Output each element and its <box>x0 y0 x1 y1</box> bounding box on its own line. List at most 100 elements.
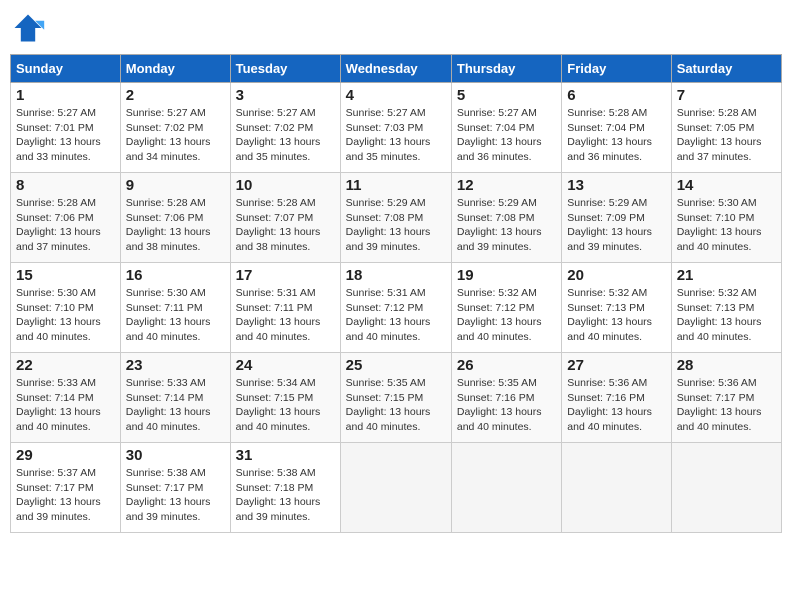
day-number: 19 <box>457 267 556 284</box>
day-cell-17: 17 Sunrise: 5:31 AM Sunset: 7:11 PM Dayl… <box>230 263 340 353</box>
day-number: 13 <box>567 177 665 194</box>
day-info: Sunrise: 5:29 AM Sunset: 7:08 PM Dayligh… <box>346 196 446 255</box>
day-info: Sunrise: 5:27 AM Sunset: 7:02 PM Dayligh… <box>126 106 225 165</box>
col-header-thursday: Thursday <box>451 55 561 83</box>
day-info: Sunrise: 5:28 AM Sunset: 7:06 PM Dayligh… <box>126 196 225 255</box>
day-cell-23: 23 Sunrise: 5:33 AM Sunset: 7:14 PM Dayl… <box>120 353 230 443</box>
day-info: Sunrise: 5:27 AM Sunset: 7:01 PM Dayligh… <box>16 106 115 165</box>
day-cell-13: 13 Sunrise: 5:29 AM Sunset: 7:09 PM Dayl… <box>562 173 671 263</box>
empty-cell <box>340 443 451 533</box>
day-cell-10: 10 Sunrise: 5:28 AM Sunset: 7:07 PM Dayl… <box>230 173 340 263</box>
day-cell-29: 29 Sunrise: 5:37 AM Sunset: 7:17 PM Dayl… <box>11 443 121 533</box>
day-info: Sunrise: 5:31 AM Sunset: 7:11 PM Dayligh… <box>236 286 335 345</box>
day-info: Sunrise: 5:35 AM Sunset: 7:16 PM Dayligh… <box>457 376 556 435</box>
day-cell-12: 12 Sunrise: 5:29 AM Sunset: 7:08 PM Dayl… <box>451 173 561 263</box>
day-info: Sunrise: 5:28 AM Sunset: 7:04 PM Dayligh… <box>567 106 665 165</box>
day-number: 29 <box>16 447 115 464</box>
day-cell-22: 22 Sunrise: 5:33 AM Sunset: 7:14 PM Dayl… <box>11 353 121 443</box>
col-header-tuesday: Tuesday <box>230 55 340 83</box>
day-info: Sunrise: 5:30 AM Sunset: 7:11 PM Dayligh… <box>126 286 225 345</box>
day-number: 28 <box>677 357 776 374</box>
calendar-table: SundayMondayTuesdayWednesdayThursdayFrid… <box>10 54 782 533</box>
col-header-saturday: Saturday <box>671 55 781 83</box>
page-header <box>10 10 782 46</box>
day-number: 15 <box>16 267 115 284</box>
day-info: Sunrise: 5:38 AM Sunset: 7:18 PM Dayligh… <box>236 466 335 525</box>
day-info: Sunrise: 5:34 AM Sunset: 7:15 PM Dayligh… <box>236 376 335 435</box>
logo <box>10 10 50 46</box>
day-info: Sunrise: 5:27 AM Sunset: 7:04 PM Dayligh… <box>457 106 556 165</box>
day-number: 16 <box>126 267 225 284</box>
day-number: 26 <box>457 357 556 374</box>
day-number: 2 <box>126 87 225 104</box>
day-info: Sunrise: 5:27 AM Sunset: 7:03 PM Dayligh… <box>346 106 446 165</box>
col-header-wednesday: Wednesday <box>340 55 451 83</box>
week-row-1: 1 Sunrise: 5:27 AM Sunset: 7:01 PM Dayli… <box>11 83 782 173</box>
day-number: 8 <box>16 177 115 194</box>
day-cell-30: 30 Sunrise: 5:38 AM Sunset: 7:17 PM Dayl… <box>120 443 230 533</box>
day-info: Sunrise: 5:30 AM Sunset: 7:10 PM Dayligh… <box>677 196 776 255</box>
day-number: 14 <box>677 177 776 194</box>
day-number: 12 <box>457 177 556 194</box>
day-info: Sunrise: 5:28 AM Sunset: 7:06 PM Dayligh… <box>16 196 115 255</box>
day-cell-6: 6 Sunrise: 5:28 AM Sunset: 7:04 PM Dayli… <box>562 83 671 173</box>
day-cell-5: 5 Sunrise: 5:27 AM Sunset: 7:04 PM Dayli… <box>451 83 561 173</box>
day-info: Sunrise: 5:30 AM Sunset: 7:10 PM Dayligh… <box>16 286 115 345</box>
day-number: 4 <box>346 87 446 104</box>
day-number: 6 <box>567 87 665 104</box>
header-row: SundayMondayTuesdayWednesdayThursdayFrid… <box>11 55 782 83</box>
day-number: 21 <box>677 267 776 284</box>
day-cell-7: 7 Sunrise: 5:28 AM Sunset: 7:05 PM Dayli… <box>671 83 781 173</box>
day-cell-26: 26 Sunrise: 5:35 AM Sunset: 7:16 PM Dayl… <box>451 353 561 443</box>
day-info: Sunrise: 5:36 AM Sunset: 7:17 PM Dayligh… <box>677 376 776 435</box>
day-cell-3: 3 Sunrise: 5:27 AM Sunset: 7:02 PM Dayli… <box>230 83 340 173</box>
col-header-sunday: Sunday <box>11 55 121 83</box>
day-cell-21: 21 Sunrise: 5:32 AM Sunset: 7:13 PM Dayl… <box>671 263 781 353</box>
day-info: Sunrise: 5:35 AM Sunset: 7:15 PM Dayligh… <box>346 376 446 435</box>
day-cell-28: 28 Sunrise: 5:36 AM Sunset: 7:17 PM Dayl… <box>671 353 781 443</box>
col-header-monday: Monday <box>120 55 230 83</box>
day-number: 18 <box>346 267 446 284</box>
day-number: 5 <box>457 87 556 104</box>
day-number: 22 <box>16 357 115 374</box>
day-cell-19: 19 Sunrise: 5:32 AM Sunset: 7:12 PM Dayl… <box>451 263 561 353</box>
day-info: Sunrise: 5:28 AM Sunset: 7:07 PM Dayligh… <box>236 196 335 255</box>
day-number: 10 <box>236 177 335 194</box>
week-row-2: 8 Sunrise: 5:28 AM Sunset: 7:06 PM Dayli… <box>11 173 782 263</box>
day-number: 3 <box>236 87 335 104</box>
week-row-5: 29 Sunrise: 5:37 AM Sunset: 7:17 PM Dayl… <box>11 443 782 533</box>
day-cell-25: 25 Sunrise: 5:35 AM Sunset: 7:15 PM Dayl… <box>340 353 451 443</box>
day-cell-18: 18 Sunrise: 5:31 AM Sunset: 7:12 PM Dayl… <box>340 263 451 353</box>
day-cell-8: 8 Sunrise: 5:28 AM Sunset: 7:06 PM Dayli… <box>11 173 121 263</box>
day-info: Sunrise: 5:33 AM Sunset: 7:14 PM Dayligh… <box>126 376 225 435</box>
day-cell-11: 11 Sunrise: 5:29 AM Sunset: 7:08 PM Dayl… <box>340 173 451 263</box>
day-number: 31 <box>236 447 335 464</box>
week-row-3: 15 Sunrise: 5:30 AM Sunset: 7:10 PM Dayl… <box>11 263 782 353</box>
day-number: 1 <box>16 87 115 104</box>
day-number: 30 <box>126 447 225 464</box>
day-info: Sunrise: 5:32 AM Sunset: 7:12 PM Dayligh… <box>457 286 556 345</box>
day-cell-1: 1 Sunrise: 5:27 AM Sunset: 7:01 PM Dayli… <box>11 83 121 173</box>
day-info: Sunrise: 5:36 AM Sunset: 7:16 PM Dayligh… <box>567 376 665 435</box>
day-number: 25 <box>346 357 446 374</box>
day-info: Sunrise: 5:31 AM Sunset: 7:12 PM Dayligh… <box>346 286 446 345</box>
col-header-friday: Friday <box>562 55 671 83</box>
empty-cell <box>671 443 781 533</box>
day-cell-24: 24 Sunrise: 5:34 AM Sunset: 7:15 PM Dayl… <box>230 353 340 443</box>
day-cell-9: 9 Sunrise: 5:28 AM Sunset: 7:06 PM Dayli… <box>120 173 230 263</box>
day-cell-27: 27 Sunrise: 5:36 AM Sunset: 7:16 PM Dayl… <box>562 353 671 443</box>
day-info: Sunrise: 5:29 AM Sunset: 7:09 PM Dayligh… <box>567 196 665 255</box>
day-number: 7 <box>677 87 776 104</box>
day-cell-16: 16 Sunrise: 5:30 AM Sunset: 7:11 PM Dayl… <box>120 263 230 353</box>
day-info: Sunrise: 5:38 AM Sunset: 7:17 PM Dayligh… <box>126 466 225 525</box>
day-cell-4: 4 Sunrise: 5:27 AM Sunset: 7:03 PM Dayli… <box>340 83 451 173</box>
day-info: Sunrise: 5:33 AM Sunset: 7:14 PM Dayligh… <box>16 376 115 435</box>
day-info: Sunrise: 5:28 AM Sunset: 7:05 PM Dayligh… <box>677 106 776 165</box>
day-number: 11 <box>346 177 446 194</box>
day-number: 17 <box>236 267 335 284</box>
empty-cell <box>451 443 561 533</box>
day-cell-2: 2 Sunrise: 5:27 AM Sunset: 7:02 PM Dayli… <box>120 83 230 173</box>
day-info: Sunrise: 5:32 AM Sunset: 7:13 PM Dayligh… <box>567 286 665 345</box>
day-number: 24 <box>236 357 335 374</box>
day-number: 27 <box>567 357 665 374</box>
